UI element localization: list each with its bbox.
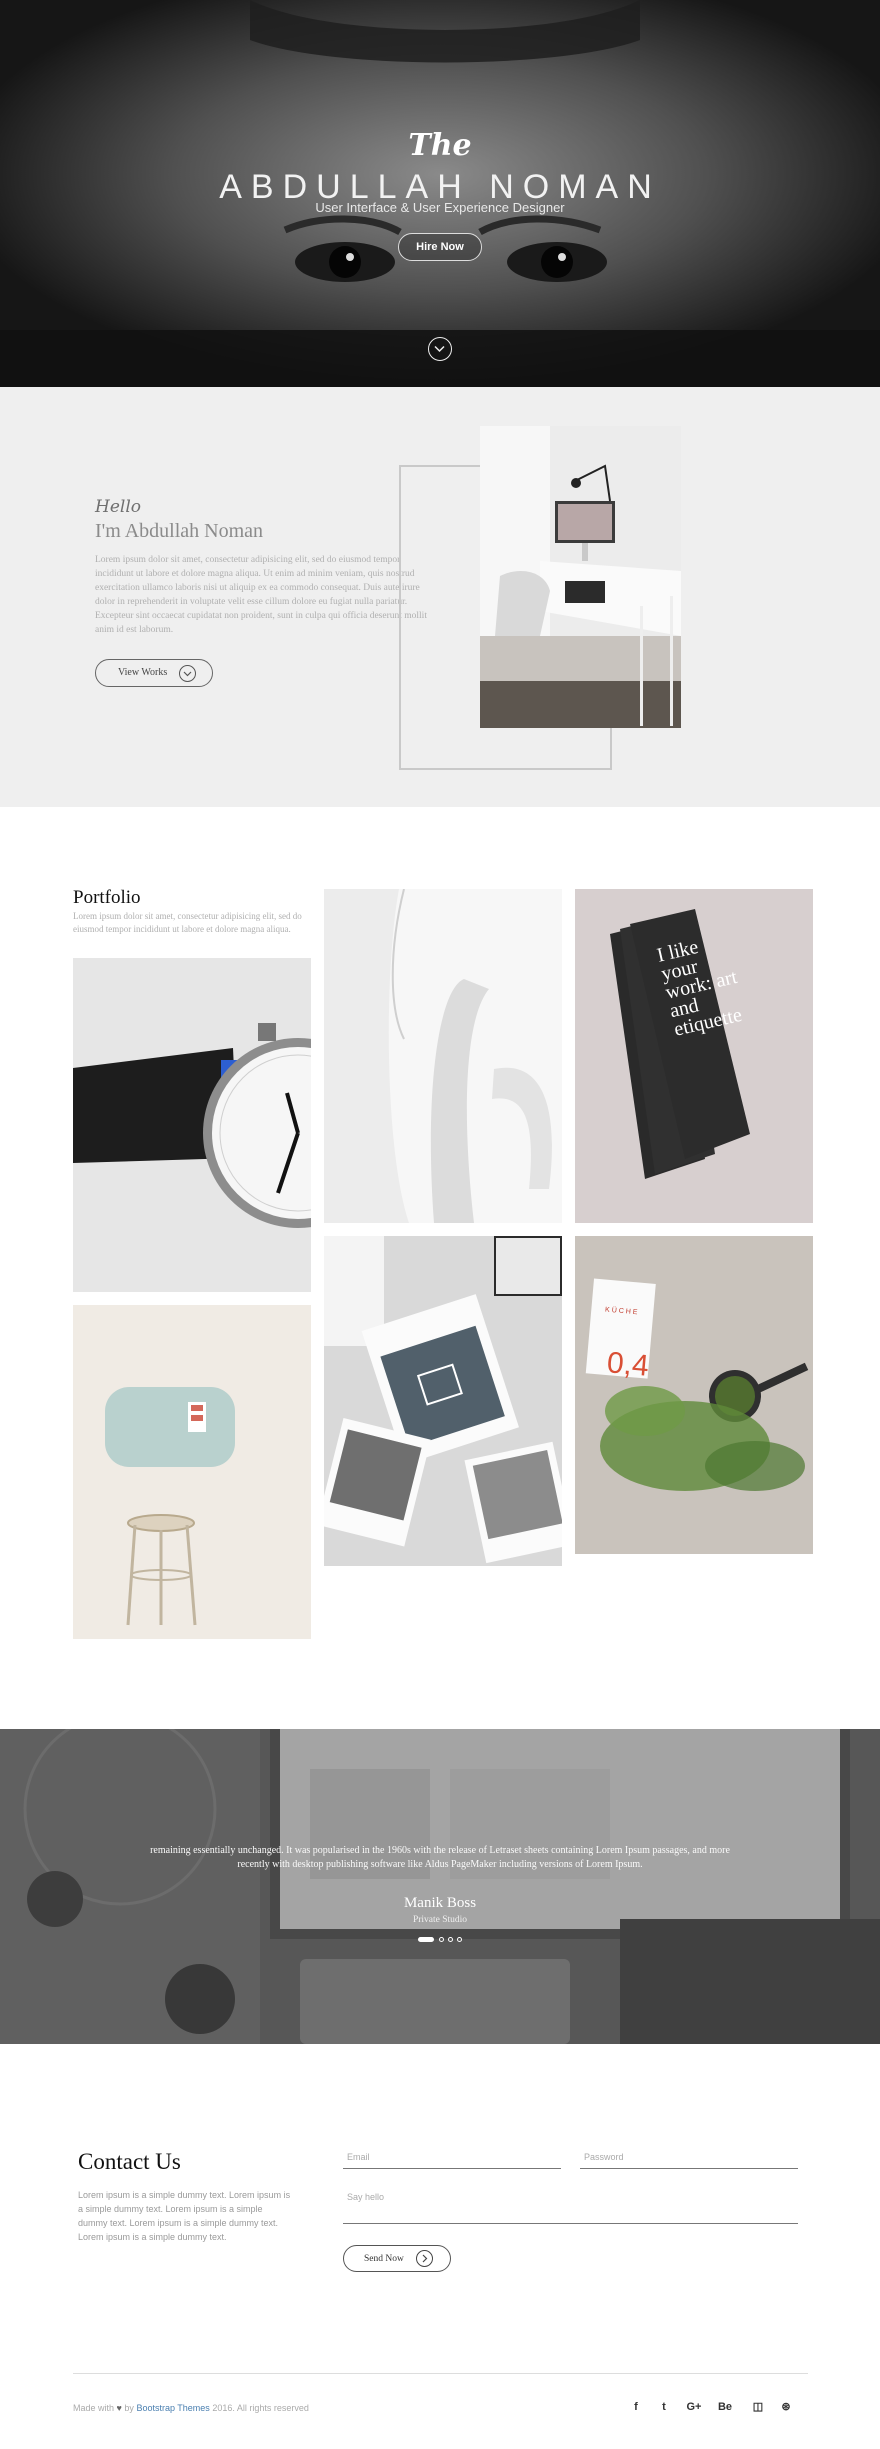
footer-by: by [124,2403,134,2413]
hero-script-title: The [408,128,472,163]
testimonial-role: Private Studio [412,1915,468,1925]
hero-subtitle: User Interface & User Experience Designe… [315,200,565,215]
chevron-down-icon [179,665,196,682]
pagination-dot-3[interactable] [448,1937,453,1942]
footer-copyright: Made with ♥ by Bootstrap Themes 2016. Al… [73,2403,309,2413]
contact-text: Lorem ipsum is a simple dummy text. Lore… [78,2190,291,2242]
testimonial-quote: remaining essentially unchanged. It was … [150,1845,730,1870]
about-title: I'm Abdullah Noman [95,520,264,542]
testimonial-background-image [0,1729,880,2044]
twitter-icon[interactable]: t [656,2399,672,2415]
send-now-label: Send Now [364,2253,404,2264]
view-works-label: View Works [118,667,168,678]
footer-brand-link[interactable]: Bootstrap Themes [136,2403,209,2413]
pagination-dot-1[interactable] [418,1937,434,1942]
chevron-down-icon [434,345,445,353]
about-hello: Hello [95,497,141,517]
message-field[interactable] [343,2188,798,2224]
dribbble-icon[interactable]: ⊛ [778,2399,794,2415]
about-section: Hello I'm Abdullah Noman Lorem ipsum dol… [0,387,880,807]
footer-made-with: Made with [73,2403,115,2413]
portfolio-item-watch[interactable] [73,958,311,1292]
menu-card-number: 0,4 [605,1346,651,1383]
footer-divider [73,2373,808,2374]
hero-section: The ABDULLAH NOMAN User Interface & User… [0,0,880,387]
facebook-icon[interactable]: f [628,2399,644,2415]
footer-rights: 2016. All rights reserved [212,2403,309,2413]
portfolio-title: Portfolio [73,887,141,908]
portfolio-item-board[interactable] [73,1305,311,1639]
send-now-button[interactable]: Send Now [343,2245,451,2272]
about-desk-photo [480,426,681,728]
view-works-button[interactable]: View Works [95,659,213,687]
pagination-dot-2[interactable] [439,1937,444,1942]
hire-now-button[interactable]: Hire Now [398,233,482,261]
testimonial-section: remaining essentially unchanged. It was … [0,1729,880,2044]
email-field[interactable] [343,2145,561,2169]
about-text: Lorem ipsum dolor sit amet, consectetur … [95,555,427,635]
heart-icon: ♥ [116,2403,122,2413]
chevron-right-icon [416,2250,433,2267]
contact-title: Contact Us [78,2149,181,2174]
scroll-down-button[interactable] [428,337,452,361]
password-field[interactable] [580,2145,798,2169]
portfolio-text: Lorem ipsum dolor sit amet, consectetur … [73,911,302,934]
portfolio-item-photos[interactable] [324,1236,562,1566]
portfolio-item-menu[interactable]: KÜCHE 0,4 [575,1236,813,1554]
instagram-icon[interactable]: ◫ [750,2399,766,2415]
testimonial-name: Manik Boss [403,1895,477,1911]
pagination-dot-4[interactable] [457,1937,462,1942]
behance-icon[interactable]: Be [715,2399,735,2415]
portfolio-item-book[interactable]: I like your work: art and etiquette [575,889,813,1223]
google-plus-icon[interactable]: G+ [684,2399,704,2415]
portfolio-item-mug[interactable] [324,889,562,1223]
